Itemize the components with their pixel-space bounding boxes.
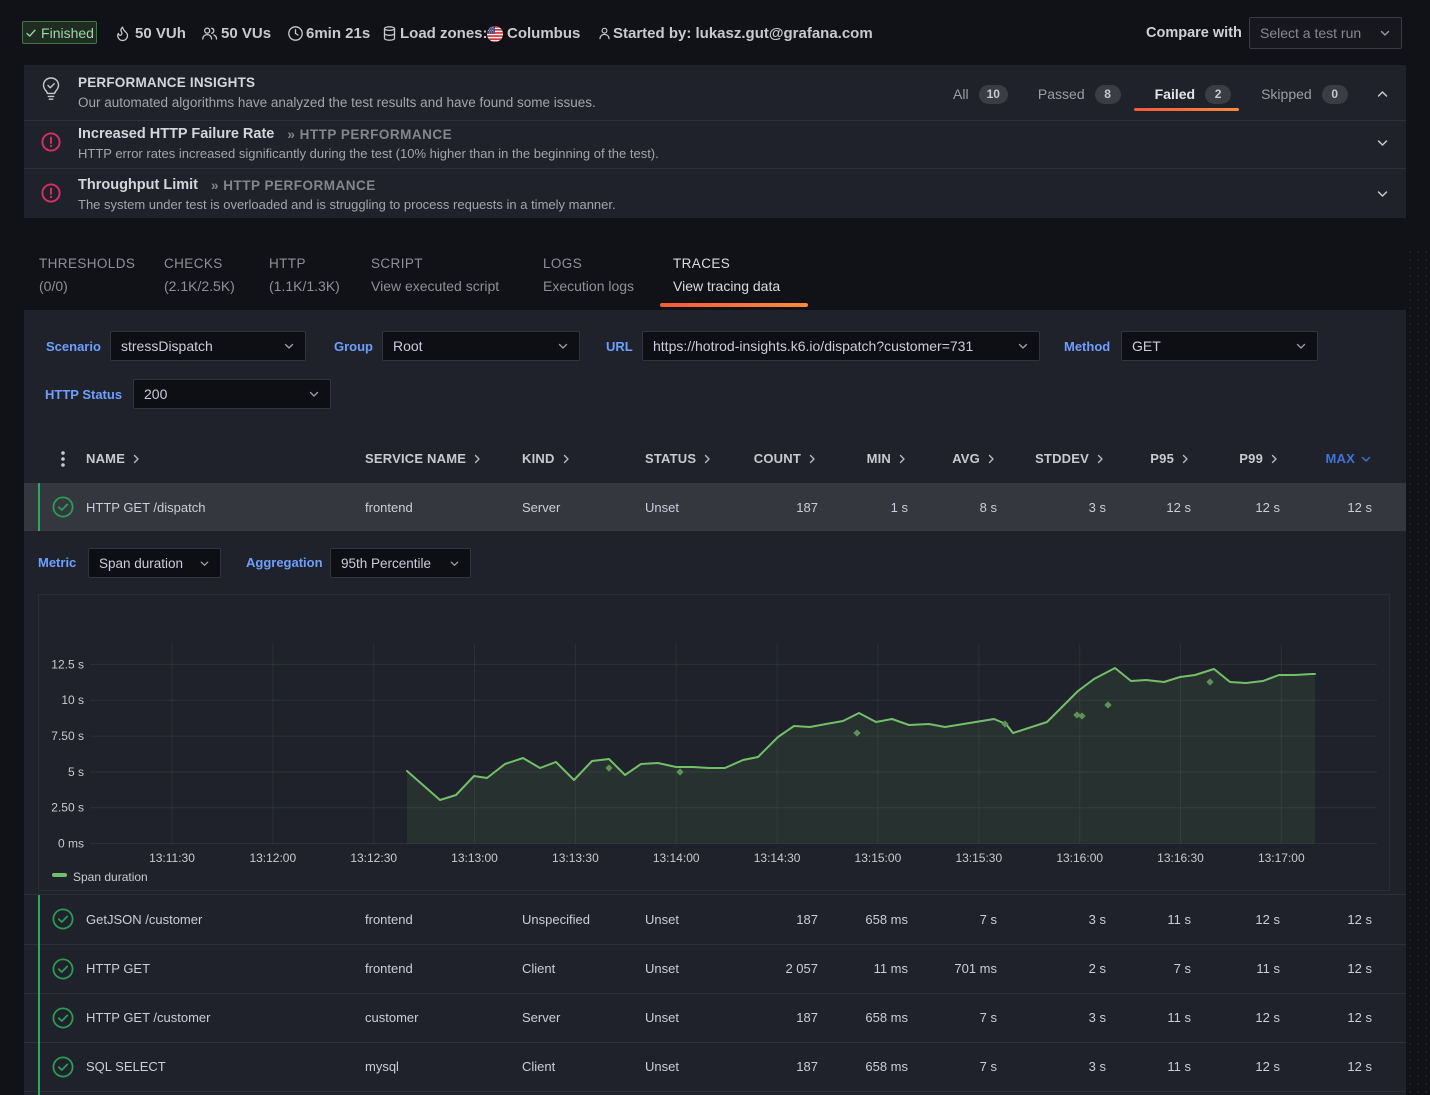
svg-text:13:12:00: 13:12:00 [249, 851, 296, 865]
svg-text:7.50 s: 7.50 s [51, 729, 84, 743]
svg-text:13:15:00: 13:15:00 [855, 851, 902, 865]
svg-text:13:16:30: 13:16:30 [1157, 851, 1204, 865]
svg-text:13:14:00: 13:14:00 [653, 851, 700, 865]
svg-text:10 s: 10 s [61, 693, 84, 707]
svg-text:13:13:30: 13:13:30 [552, 851, 599, 865]
svg-text:13:16:00: 13:16:00 [1056, 851, 1103, 865]
svg-text:12.5 s: 12.5 s [51, 657, 84, 671]
svg-text:13:17:00: 13:17:00 [1258, 851, 1305, 865]
svg-text:0 ms: 0 ms [58, 837, 84, 851]
svg-text:2.50 s: 2.50 s [51, 801, 84, 815]
svg-text:13:12:30: 13:12:30 [350, 851, 397, 865]
svg-text:13:11:30: 13:11:30 [149, 851, 195, 865]
svg-text:13:14:30: 13:14:30 [754, 851, 801, 865]
svg-text:13:15:30: 13:15:30 [955, 851, 1002, 865]
svg-text:13:13:00: 13:13:00 [451, 851, 498, 865]
svg-text:5 s: 5 s [68, 765, 84, 779]
svg-text:Span duration: Span duration [73, 870, 148, 884]
